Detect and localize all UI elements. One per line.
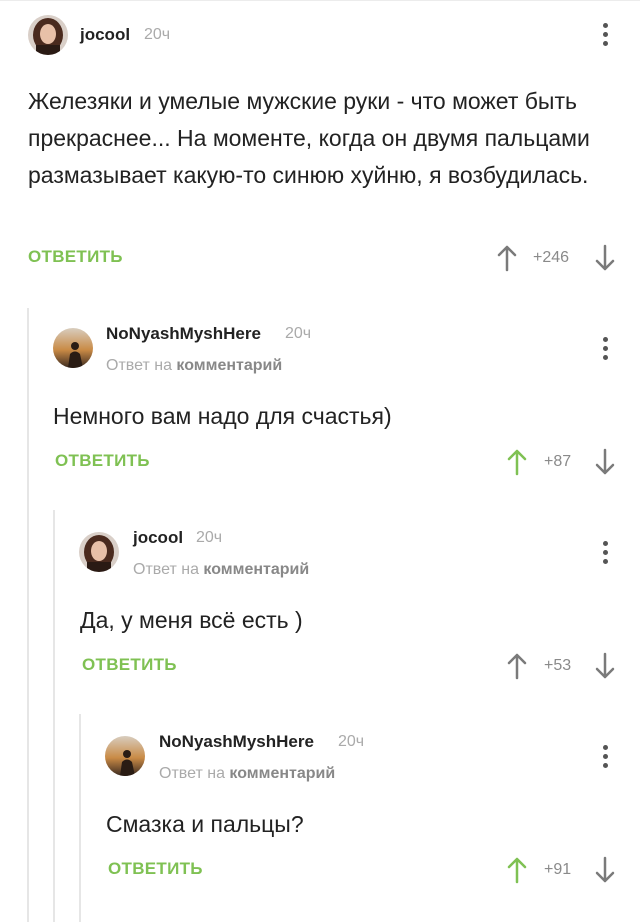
downvote-arrow-icon[interactable] (594, 856, 616, 884)
comment-text: Железяки и умелые мужские руки - что мож… (28, 88, 590, 188)
comment-time: 20ч (338, 733, 365, 750)
reply-to-prefix: Ответ на (159, 765, 225, 782)
avatar[interactable] (105, 736, 145, 776)
reply-to-link[interactable]: комментарий (203, 561, 309, 578)
comment-text: Да, у меня всё есть ) (80, 607, 303, 633)
upvote-arrow-icon[interactable] (496, 244, 518, 272)
upvote-arrow-icon[interactable] (506, 856, 528, 884)
avatar[interactable] (79, 532, 119, 572)
more-options-icon[interactable] (595, 20, 615, 50)
comment-text: Смазка и пальцы? (106, 811, 304, 837)
reply-to-link[interactable]: комментарий (176, 357, 282, 374)
reply-to-line: Ответ на комментарий (159, 765, 335, 783)
top-divider (0, 0, 640, 1)
comment-author[interactable]: jocool (80, 25, 130, 45)
comment-time: 20ч (196, 529, 223, 546)
reply-to-link[interactable]: комментарий (229, 765, 335, 782)
more-options-icon[interactable] (595, 538, 615, 568)
vote-score: +246 (533, 249, 570, 266)
downvote-arrow-icon[interactable] (594, 448, 616, 476)
comment-text: Немного вам надо для счастья) (53, 403, 392, 429)
vote-score: +91 (544, 861, 572, 878)
more-options-icon[interactable] (595, 334, 615, 364)
reply-to-prefix: Ответ на (133, 561, 199, 578)
comment-time: 20ч (144, 26, 171, 43)
comment-author[interactable]: NoNyashMyshHere (106, 324, 261, 344)
downvote-arrow-icon[interactable] (594, 244, 616, 272)
more-options-icon[interactable] (595, 742, 615, 772)
thread-line-level-1 (27, 308, 29, 922)
avatar[interactable] (28, 15, 68, 55)
reply-button[interactable]: ОТВЕТИТЬ (55, 451, 150, 471)
comment-author[interactable]: jocool (133, 528, 183, 548)
thread-line-level-2 (53, 510, 55, 922)
vote-score: +53 (544, 657, 572, 674)
reply-button[interactable]: ОТВЕТИТЬ (28, 247, 123, 267)
reply-to-prefix: Ответ на (106, 357, 172, 374)
upvote-arrow-icon[interactable] (506, 448, 528, 476)
reply-to-line: Ответ на комментарий (106, 357, 282, 375)
comment-author[interactable]: NoNyashMyshHere (159, 732, 314, 752)
reply-to-line: Ответ на комментарий (133, 561, 309, 579)
comment-time: 20ч (285, 325, 312, 342)
thread-line-level-3 (79, 714, 81, 922)
reply-button[interactable]: ОТВЕТИТЬ (82, 655, 177, 675)
avatar[interactable] (53, 328, 93, 368)
reply-button[interactable]: ОТВЕТИТЬ (108, 859, 203, 879)
downvote-arrow-icon[interactable] (594, 652, 616, 680)
upvote-arrow-icon[interactable] (506, 652, 528, 680)
vote-score: +87 (544, 453, 572, 470)
